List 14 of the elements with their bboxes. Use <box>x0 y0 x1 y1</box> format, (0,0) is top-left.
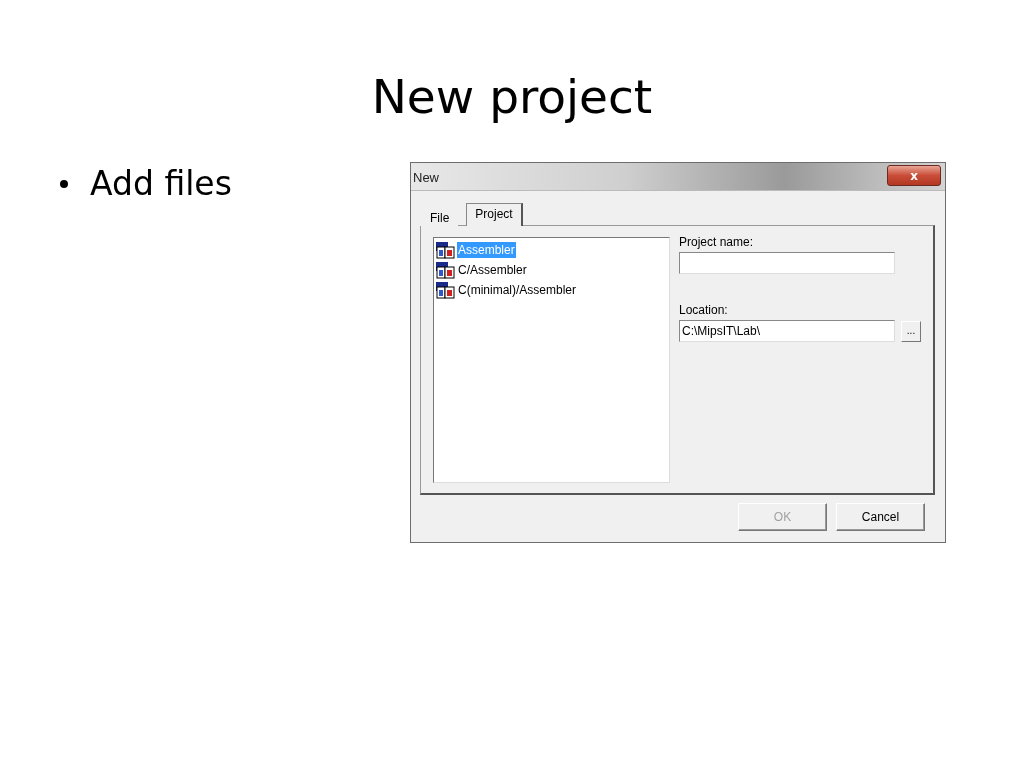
location-field[interactable]: C:\MipsIT\Lab\ <box>679 320 895 342</box>
list-item[interactable]: C(minimal)/Assembler <box>457 282 577 298</box>
project-name-field[interactable] <box>679 252 895 274</box>
bullet-icon <box>60 180 68 188</box>
close-button[interactable]: x <box>887 165 941 186</box>
field-label: Location: <box>679 303 729 317</box>
browse-button[interactable]: ... <box>901 320 921 342</box>
field-label: Project name: <box>679 235 755 249</box>
window-title: New <box>413 170 439 185</box>
dialog-button[interactable]: Cancel <box>836 503 925 531</box>
bullet-text: Add files <box>90 164 232 204</box>
list-item[interactable]: C/Assembler <box>457 262 528 278</box>
tab[interactable]: Project <box>466 203 523 226</box>
slide-title: New project <box>370 68 654 126</box>
